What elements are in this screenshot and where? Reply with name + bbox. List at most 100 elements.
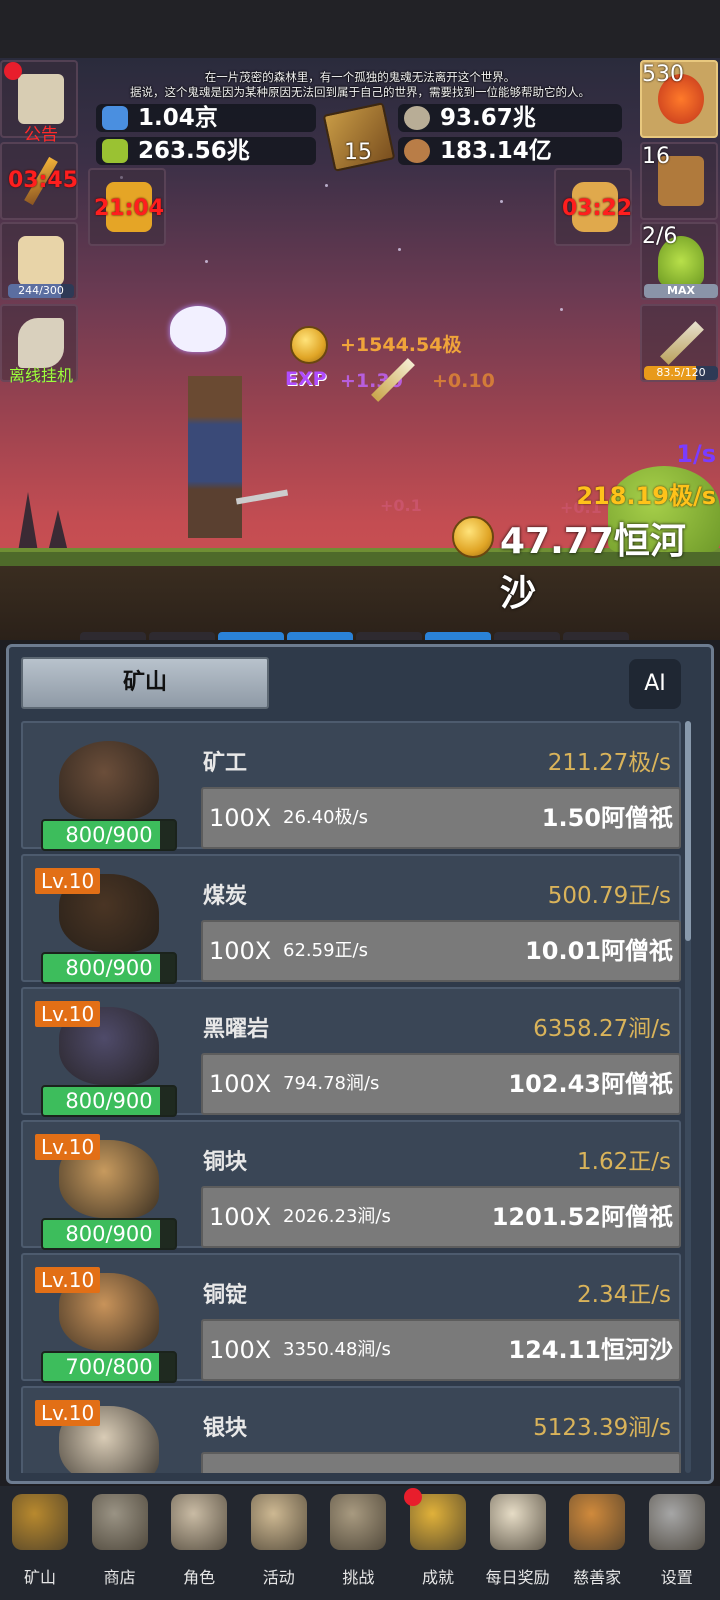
gift-chest-button[interactable]: 21:04 xyxy=(88,168,166,246)
silver-coin-amount: 93.67兆 xyxy=(440,105,536,131)
attack-speed-text: 1/s xyxy=(676,440,716,468)
nav-item-lantern[interactable]: 矿山 xyxy=(0,1486,80,1596)
ghost-companion xyxy=(170,306,226,352)
tab-mine[interactable]: 矿山 xyxy=(21,657,269,709)
upgrade-rate-increase: 2026.23涧/s xyxy=(283,1206,391,1227)
beer-progress-text: 244/300 xyxy=(18,284,64,297)
upgrade-button[interactable]: 100X 26.40极/s 1.50阿僧祇 xyxy=(201,787,681,849)
scroll-icon xyxy=(18,74,64,124)
item-progress-bar: 800/900 xyxy=(41,952,177,984)
notification-dot xyxy=(404,1488,422,1506)
ai-button[interactable]: AI xyxy=(629,659,681,709)
companion-slot-spider[interactable] xyxy=(425,632,491,640)
nav-item-map[interactable]: 挑战 xyxy=(318,1486,398,1596)
acorn-amount: 183.14亿 xyxy=(440,138,552,164)
notice-button[interactable]: 公告 xyxy=(0,60,78,145)
bread-button[interactable]: 03:22 xyxy=(554,168,632,246)
slime-count: 2/6 xyxy=(642,224,678,249)
offline-idle-button[interactable]: 离线挂机 xyxy=(0,304,78,385)
potion-button[interactable]: 530 xyxy=(640,60,718,138)
mine-item-icon-box[interactable]: Lv.10 800/900 xyxy=(31,864,185,984)
upgrade-button[interactable]: 100X 3350.48涧/s 124.11恒河沙 xyxy=(201,1319,681,1381)
companion-slot-candle[interactable] xyxy=(80,632,146,640)
mine-item-icon-box[interactable]: Lv.10 700/800 xyxy=(31,1263,185,1383)
mine-row: Lv.10 800/900 铜块 1.62正/s 100X 2026.23涧/s 1201.… xyxy=(21,1120,681,1250)
mine-item-rate: 2.34正/s xyxy=(577,1282,671,1308)
level-badge: Lv.10 xyxy=(35,1400,101,1426)
player-character xyxy=(188,376,242,538)
upgrade-button[interactable]: 100X 2026.23涧/s 1201.52阿僧祇 xyxy=(201,1186,681,1248)
torch-button[interactable]: 03:45 xyxy=(0,142,78,220)
resource-green-potion: 263.56兆 xyxy=(96,137,316,165)
companion-slot-orc[interactable]: 151.0/180 xyxy=(563,632,629,640)
gold-coin-icon xyxy=(290,326,328,364)
companion-slot-slime[interactable] xyxy=(218,632,284,640)
nav-item-skull[interactable]: 角色 xyxy=(159,1486,239,1596)
beer-button[interactable]: 244/300 xyxy=(0,222,78,300)
nav-item-scroll[interactable]: 活动 xyxy=(239,1486,319,1596)
nav-label: 活动 xyxy=(262,1568,295,1587)
attack-gain-text: +0.10 xyxy=(432,370,495,392)
resource-silver-coin: 93.67兆 xyxy=(398,104,622,132)
mine-item-rate: 6358.27涧/s xyxy=(533,1016,671,1042)
mine-item-icon-box[interactable]: Lv.10 800/900 xyxy=(31,1130,185,1250)
offline-label: 离线挂机 xyxy=(8,366,73,385)
upgrade-rate-increase: 62.59正/s xyxy=(283,940,368,961)
upgrade-multiplier: 100X xyxy=(209,1070,272,1098)
mine-row: Lv.10 银块 5123.39涧/s xyxy=(21,1386,681,1473)
companion-slot-egg[interactable] xyxy=(149,632,215,640)
mine-item-icon-box[interactable]: Lv.10 800/900 xyxy=(31,997,185,1117)
green-potion-icon xyxy=(102,139,128,163)
treasure-chest-button[interactable]: 16 xyxy=(640,142,718,220)
upgrade-cost: 1201.52阿僧祇 xyxy=(491,1203,673,1231)
nav-label: 成就 xyxy=(421,1568,454,1587)
mine-item-icon xyxy=(59,741,159,819)
nav-item-stone[interactable]: 商店 xyxy=(80,1486,160,1596)
mine-item-icon-box[interactable]: 800/900 xyxy=(31,731,185,851)
mine-item-name: 煤炭 xyxy=(203,884,248,909)
level-badge: Lv.10 xyxy=(35,1134,101,1160)
sword-icon xyxy=(660,321,704,365)
sword-progress-bar: 83.5/120 xyxy=(644,366,718,380)
nav-item-bread[interactable]: 慈善家 xyxy=(557,1486,637,1596)
list-scrollbar[interactable] xyxy=(685,721,691,1473)
mine-item-name: 铜锭 xyxy=(203,1283,248,1308)
upgrade-multiplier: 100X xyxy=(209,1203,272,1231)
upgrade-cost: 10.01阿僧祇 xyxy=(525,937,673,965)
gold-gain-text: +1544.54极 xyxy=(340,334,462,356)
notification-dot xyxy=(4,62,22,80)
item-progress-text: 700/800 xyxy=(65,1355,153,1379)
mine-row: 800/900 矿工 211.27极/s 100X 26.40极/s 1.50阿僧祇 xyxy=(21,721,681,851)
companion-slot-ghoul[interactable]: 333.0/600 xyxy=(494,632,560,640)
skull-icon xyxy=(171,1494,228,1550)
upgrade-button[interactable]: 100X 62.59正/s 10.01阿僧祇 xyxy=(201,920,681,982)
treasure-count: 16 xyxy=(642,144,670,169)
star xyxy=(398,248,401,251)
mine-item-list[interactable]: 800/900 矿工 211.27极/s 100X 26.40极/s 1.50阿僧祇 Lv.… xyxy=(21,721,681,1473)
chest-timer: 21:04 xyxy=(94,196,165,221)
upgrade-button[interactable]: 100X 794.78涧/s 102.43阿僧祇 xyxy=(201,1053,681,1115)
rock-spike xyxy=(48,510,68,552)
star xyxy=(325,184,328,187)
item-progress-text: 800/900 xyxy=(65,956,153,980)
upgrade-button[interactable] xyxy=(201,1452,681,1473)
upgrade-multiplier: 100X xyxy=(209,804,272,832)
nav-label: 设置 xyxy=(660,1568,693,1587)
scrollbar-thumb[interactable] xyxy=(685,721,691,941)
mine-item-icon-box[interactable]: Lv.10 xyxy=(31,1396,185,1473)
nav-item-gear[interactable]: 设置 xyxy=(637,1486,717,1596)
player-sword xyxy=(235,489,289,505)
nav-item-key[interactable]: 成就 xyxy=(398,1486,478,1596)
beer-progress-bar: 244/300 xyxy=(8,284,74,298)
game-scene: 在一片茂密的森林里，有一个孤独的鬼魂无法离开这个世界。 据说，这个鬼魂是因为某种… xyxy=(0,58,720,640)
nav-item-letter[interactable]: 每日奖励 xyxy=(478,1486,558,1596)
slime-button[interactable]: 2/6 MAX xyxy=(640,222,718,300)
companion-slot-zombie[interactable] xyxy=(287,632,353,640)
companion-slot-fox[interactable]: 79.4/120 xyxy=(356,632,422,640)
star xyxy=(205,260,208,263)
system-status-bar xyxy=(0,0,720,58)
sword-button[interactable]: 83.5/120 xyxy=(640,304,718,382)
mine-item-name: 银块 xyxy=(203,1416,248,1441)
lantern-icon xyxy=(12,1494,68,1550)
nav-label: 角色 xyxy=(183,1568,216,1587)
